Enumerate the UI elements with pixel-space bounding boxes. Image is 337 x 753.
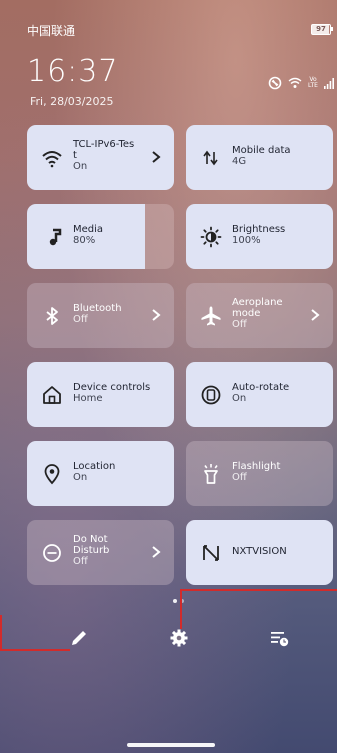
flashlight-icon [204, 464, 218, 484]
annotation-line [0, 649, 70, 651]
status-icons: Vo LTE [268, 76, 334, 90]
chevron-right-icon[interactable] [309, 308, 321, 322]
list-clock-icon[interactable] [268, 627, 290, 649]
gear-icon[interactable] [168, 627, 190, 649]
location-pin-icon [44, 464, 60, 485]
tile-location[interactable]: Location On [27, 441, 174, 506]
location-status: On [73, 472, 88, 483]
auto-rotate-label: Auto-rotate [232, 382, 290, 393]
pencil-icon[interactable] [68, 627, 90, 649]
page-indicator [173, 599, 184, 603]
tile-bluetooth[interactable]: Bluetooth Off [27, 283, 174, 348]
dnd-label: Do Not [73, 534, 108, 545]
chevron-right-icon[interactable] [150, 308, 162, 322]
auto-rotate-status: On [232, 393, 247, 404]
flashlight-status: Off [232, 472, 247, 483]
airplane-icon [201, 306, 221, 326]
battery-level: 97 [316, 25, 326, 33]
tile-nxtvision[interactable]: NXTVISION [186, 520, 333, 585]
flashlight-label: Flashlight [232, 461, 281, 472]
signal-strength-icon [323, 77, 334, 89]
brightness-level: 100% [232, 235, 261, 246]
wifi-network-name: TCL-IPv6-Tes [73, 139, 135, 150]
clock: 16:37 [27, 54, 119, 89]
chevron-right-icon[interactable] [150, 150, 162, 164]
volte-indicator: Vo LTE [308, 76, 318, 89]
tile-wifi[interactable]: TCL-IPv6-Tes t On [27, 125, 174, 190]
tile-aeroplane-mode[interactable]: Aeroplane mode Off [186, 283, 333, 348]
tile-do-not-disturb[interactable]: Do Not Disturb Off [27, 520, 174, 585]
mobile-data-status: 4G [232, 156, 247, 167]
home-icon [43, 386, 61, 404]
tile-brightness-slider[interactable]: Brightness 100% [186, 204, 333, 269]
date: Fri, 28/03/2025 [30, 95, 114, 108]
battery-indicator: 97 [311, 24, 331, 35]
tile-media-volume-slider[interactable]: Media 80% [27, 204, 174, 269]
do-not-disturb-icon [43, 544, 61, 562]
tile-flashlight[interactable]: Flashlight Off [186, 441, 333, 506]
nxtvision-label: NXTVISION [232, 546, 287, 557]
media-label: Media [73, 224, 104, 235]
wifi-status: On [73, 161, 88, 172]
tile-mobile-data[interactable]: Mobile data 4G [186, 125, 333, 190]
location-label: Location [73, 461, 116, 472]
page-dot-active [173, 599, 177, 603]
nfc-vibrate-icon [268, 76, 282, 90]
aeroplane-status: Off [232, 319, 247, 330]
bluetooth-icon [46, 307, 58, 325]
tile-auto-rotate[interactable]: Auto-rotate On [186, 362, 333, 427]
nxtvision-icon [203, 545, 219, 561]
tile-device-controls[interactable]: Device controls Home [27, 362, 174, 427]
bluetooth-label: Bluetooth [73, 303, 122, 314]
media-level: 80% [73, 235, 96, 246]
aeroplane-label: Aeroplane [232, 297, 283, 308]
device-controls-status: Home [73, 393, 103, 404]
carrier-name: 中国联通 [27, 24, 76, 38]
wifi-icon [42, 151, 62, 168]
battery-cap [331, 27, 333, 31]
device-controls-label: Device controls [73, 382, 151, 393]
brightness-label: Brightness [232, 224, 286, 235]
mobile-data-label: Mobile data [232, 145, 291, 156]
home-gesture-bar[interactable] [127, 743, 215, 747]
annotation-line [180, 589, 337, 591]
chevron-right-icon[interactable] [150, 545, 162, 559]
quick-settings-screen: 中国联通 97 16:37 Fri, 28/03/2025 Vo LTE TCL… [0, 0, 337, 753]
wifi-status-icon [288, 77, 302, 88]
brightness-icon [200, 226, 222, 248]
annotation-line [0, 615, 2, 650]
mobile-data-icon [203, 150, 218, 166]
music-note-icon [49, 228, 62, 246]
bluetooth-status: Off [73, 314, 88, 325]
annotation-line [180, 589, 182, 629]
rotate-icon [201, 385, 221, 405]
dnd-status: Off [73, 556, 88, 567]
